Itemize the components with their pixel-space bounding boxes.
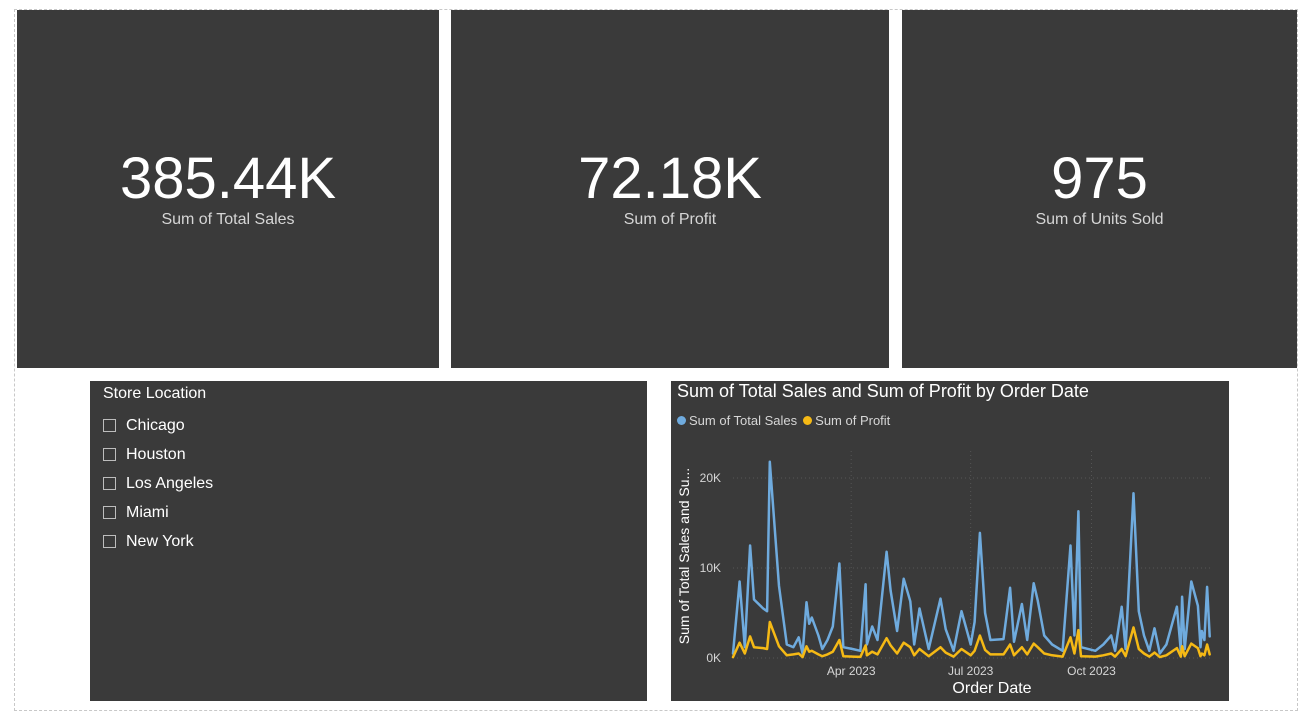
sales-profit-line-chart[interactable]: 0K 10K 20K Apr 2023 Jul 2023 Oct 2023 Order Da…: [671, 381, 1229, 701]
kpi-card-profit[interactable]: 72.18K Sum of Profit: [451, 10, 889, 368]
slicer-item-new-york[interactable]: New York: [103, 527, 213, 556]
kpi-card-total-sales[interactable]: 385.44K Sum of Total Sales: [17, 10, 439, 368]
slicer-item-label: Houston: [126, 445, 186, 463]
slicer-item-label: New York: [126, 532, 194, 550]
kpi-card-units-sold[interactable]: 975 Sum of Units Sold: [902, 10, 1297, 368]
checkbox[interactable]: [103, 448, 116, 461]
y-tick-label: 0K: [706, 651, 721, 665]
slicer-list: Chicago Houston Los Angeles Miami New Yo…: [103, 411, 213, 556]
kpi-value: 385.44K: [119, 146, 337, 211]
y-tick-label: 20K: [700, 471, 721, 485]
slicer-item-houston[interactable]: Houston: [103, 440, 213, 469]
chart-legend: Sum of Total Sales Sum of Profit: [677, 413, 896, 428]
kpi-label: Sum of Units Sold: [1035, 211, 1164, 228]
legend-item-profit[interactable]: Sum of Profit: [803, 413, 890, 428]
slicer-item-label: Miami: [126, 503, 169, 521]
series-line: [731, 460, 1211, 655]
y-axis-title: Sum of Total Sales and Su...: [676, 468, 692, 644]
x-tick-label: Oct 2023: [1067, 664, 1116, 678]
slicer-item-miami[interactable]: Miami: [103, 498, 213, 527]
checkbox[interactable]: [103, 419, 116, 432]
legend-dot: [677, 416, 686, 425]
slicer-item-label: Los Angeles: [126, 474, 214, 492]
legend-item-total-sales[interactable]: Sum of Total Sales: [677, 413, 797, 428]
checkbox[interactable]: [103, 477, 116, 490]
legend-dot: [803, 416, 813, 425]
kpi-value: 72.18K: [578, 146, 762, 211]
chart-title: Sum of Total Sales and Sum of Profit by …: [677, 381, 1089, 401]
kpi-label: Sum of Total Sales: [161, 211, 295, 228]
slicer-title: Store Location: [103, 385, 207, 402]
slicer-item-los-angeles[interactable]: Los Angeles: [103, 469, 213, 498]
x-axis-title: Order Date: [952, 680, 1031, 697]
kpi-label: Sum of Profit: [623, 211, 717, 228]
x-tick-label: Jul 2023: [948, 664, 994, 678]
legend-label: Sum of Total Sales: [689, 413, 798, 428]
slicer-item-chicago[interactable]: Chicago: [103, 411, 213, 440]
checkbox[interactable]: [103, 506, 116, 519]
legend-label: Sum of Profit: [815, 413, 891, 428]
kpi-value: 975: [1051, 146, 1148, 211]
slicer-item-label: Chicago: [126, 416, 185, 434]
checkbox[interactable]: [103, 535, 116, 548]
chart-plot: 0K 10K 20K Apr 2023 Jul 2023 Oct 2023 Order Da…: [676, 451, 1211, 697]
store-location-slicer[interactable]: Store Location Chicago Houston Los Angel…: [90, 381, 647, 701]
x-tick-label: Apr 2023: [827, 664, 876, 678]
y-tick-label: 10K: [700, 561, 721, 575]
